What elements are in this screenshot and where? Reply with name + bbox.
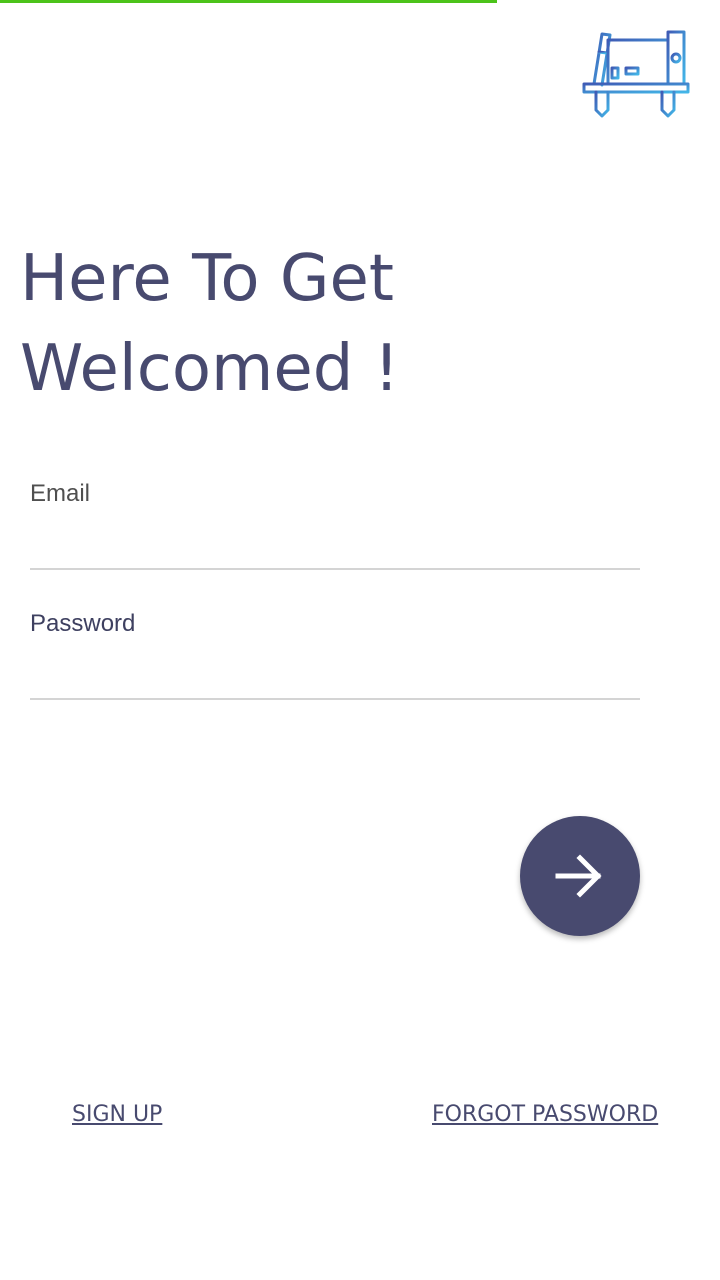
password-field-group: Password (30, 610, 640, 700)
email-field-group: Email (30, 480, 640, 570)
email-field[interactable] (30, 508, 640, 570)
page-title: Here To Get Welcomed ! (20, 234, 399, 414)
page-title-line-1: Here To Get (20, 242, 394, 316)
bookshelf-icon (582, 30, 690, 118)
password-field[interactable] (30, 638, 640, 700)
forgot-password-link[interactable]: FORGOT PASSWORD (432, 1100, 658, 1130)
sign-up-link[interactable]: SIGN UP (72, 1100, 162, 1130)
page-title-line-2: Welcomed ! (20, 332, 400, 406)
email-label: Email (30, 480, 91, 507)
password-label: Password (30, 610, 136, 637)
submit-button[interactable] (520, 816, 640, 936)
progress-bar (0, 0, 497, 3)
arrow-right-icon (555, 854, 602, 898)
